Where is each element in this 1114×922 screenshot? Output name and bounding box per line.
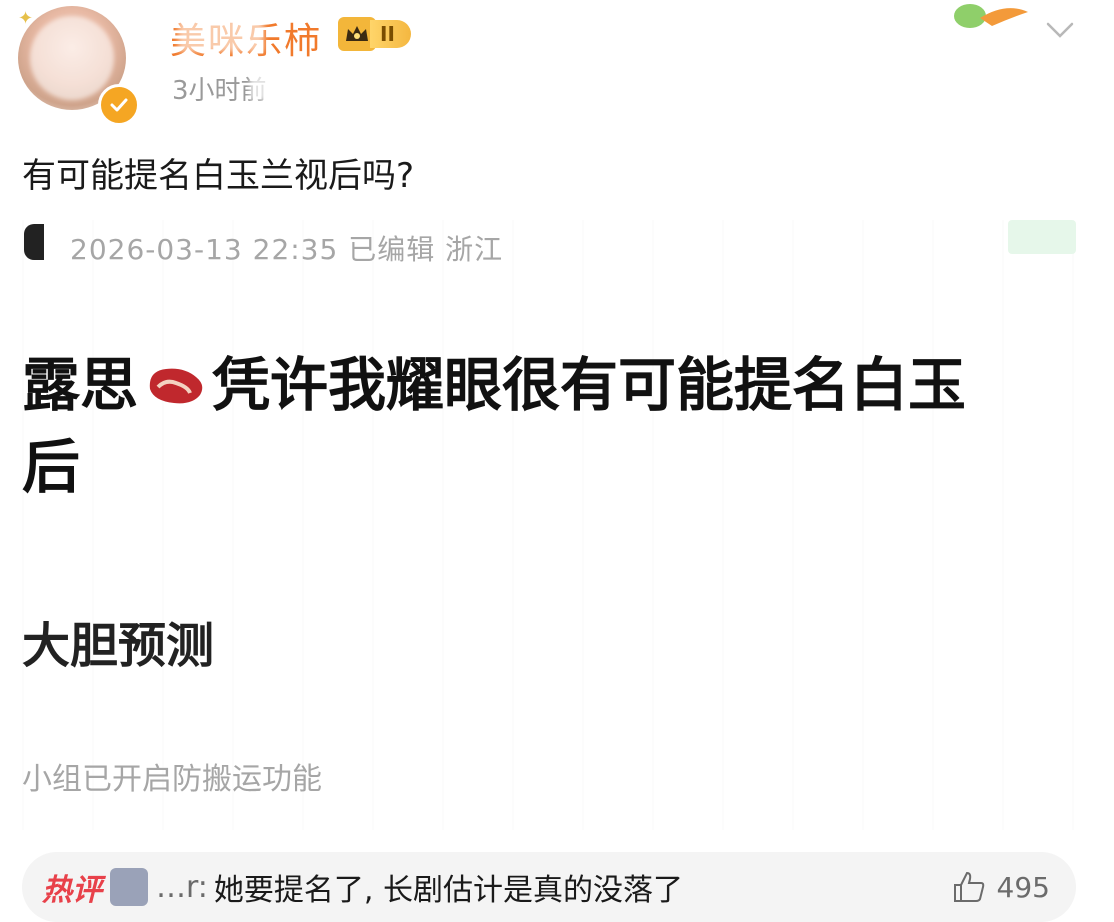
screenshot-texture bbox=[22, 220, 1076, 830]
headline-prefix: 露思 bbox=[22, 351, 139, 419]
like-count: 495 bbox=[996, 870, 1050, 904]
level-badge[interactable]: II bbox=[338, 16, 438, 52]
sparkle-icon: ✦ bbox=[18, 8, 34, 29]
time-mosaic bbox=[250, 70, 290, 100]
commenter-name[interactable]: …r: bbox=[156, 870, 208, 905]
hot-comment-tag: 热评 bbox=[42, 873, 102, 908]
like-button[interactable]: 495 bbox=[951, 869, 1050, 905]
post-text: 有可能提名白玉兰视后吗? bbox=[22, 156, 415, 196]
screenshot-headline-line2: 后 bbox=[22, 433, 81, 501]
embedded-screenshot[interactable]: 2026-03-13 22:35 已编辑 浙江 露思 凭许我耀眼很有可能提名白玉… bbox=[22, 220, 1076, 830]
commenter-avatar bbox=[110, 868, 148, 906]
avatar-blur bbox=[30, 16, 114, 100]
verified-badge-icon bbox=[98, 84, 140, 126]
screenshot-chip bbox=[1008, 220, 1076, 254]
screenshot-bold-line: 大胆预测 bbox=[22, 618, 215, 674]
decoration-sticker-icon bbox=[940, 0, 1032, 34]
screenshot-headline: 露思 凭许我耀眼很有可能提名白玉 bbox=[22, 338, 966, 423]
hot-comment-bar[interactable]: 热评 …r: 她要提名了, 长剧估计是真的没落了 495 bbox=[22, 852, 1076, 922]
screenshot-footer: 小组已开启防搬运功能 bbox=[22, 762, 322, 797]
thumbs-up-icon bbox=[953, 871, 984, 902]
screenshot-meta: 2026-03-13 22:35 已编辑 浙江 bbox=[70, 233, 504, 266]
screenshot-avatar bbox=[24, 224, 44, 260]
hot-comment-text: 她要提名了, 长剧估计是真的没落了 bbox=[213, 873, 683, 908]
steak-icon bbox=[144, 355, 208, 423]
chevron-down-icon[interactable] bbox=[1040, 10, 1080, 50]
author-name-mosaic bbox=[178, 18, 264, 52]
headline-rest: 凭许我耀眼很有可能提名白玉 bbox=[212, 351, 967, 419]
level-number: II bbox=[370, 20, 411, 48]
